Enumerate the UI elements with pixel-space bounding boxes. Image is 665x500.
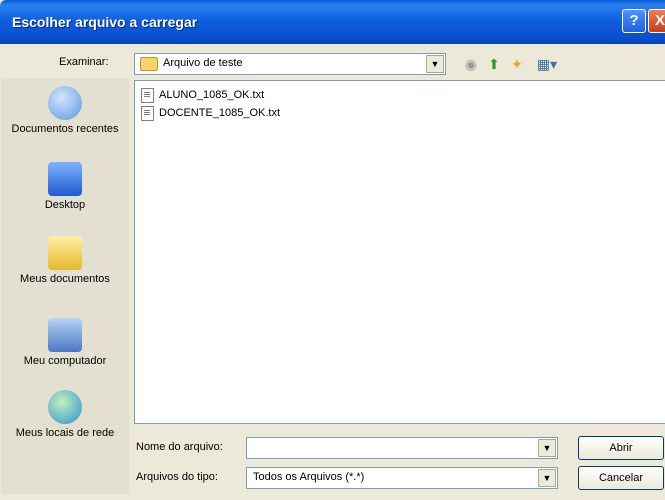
desktop-icon bbox=[48, 162, 82, 196]
recent-documents-icon bbox=[48, 86, 82, 120]
file-open-dialog: Escolher arquivo a carregar ? X Examinar… bbox=[0, 0, 665, 500]
look-in-value: Arquivo de teste bbox=[163, 57, 243, 69]
list-item[interactable]: ALUNO_1085_OK.txt bbox=[141, 87, 264, 103]
chevron-down-icon[interactable]: ▼ bbox=[538, 439, 556, 457]
file-name-input[interactable]: ▼ bbox=[246, 437, 558, 459]
dialog-title: Escolher arquivo a carregar bbox=[12, 14, 198, 30]
file-name: ALUNO_1085_OK.txt bbox=[159, 89, 265, 101]
place-label: Meus documentos bbox=[20, 273, 110, 285]
place-label: Desktop bbox=[44, 199, 86, 211]
file-name-label: Nome do arquivo: bbox=[136, 441, 223, 453]
file-name: DOCENTE_1085_OK.txt bbox=[159, 107, 281, 119]
file-type-select[interactable]: Todos os Arquivos (*.*) ▼ bbox=[246, 467, 558, 489]
up-folder-icon[interactable]: ⬆ bbox=[485, 55, 503, 73]
list-item[interactable]: DOCENTE_1085_OK.txt bbox=[141, 105, 280, 121]
chevron-down-icon[interactable]: ▼ bbox=[538, 469, 556, 487]
text-file-icon bbox=[141, 105, 154, 121]
places-bar: Documentos recentes Desktop Meus documen… bbox=[1, 78, 129, 494]
help-button[interactable]: ? bbox=[622, 9, 646, 33]
place-label: Meu computador bbox=[23, 355, 107, 367]
place-desktop[interactable]: Desktop bbox=[1, 162, 129, 212]
my-documents-icon bbox=[48, 236, 82, 270]
chevron-down-icon[interactable]: ▼ bbox=[426, 55, 444, 73]
file-type-label: Arquivos do tipo: bbox=[136, 471, 218, 483]
folder-icon bbox=[140, 57, 158, 71]
network-places-icon bbox=[48, 390, 82, 424]
place-label: Documentos recentes bbox=[11, 123, 119, 135]
place-network[interactable]: Meus locais de rede bbox=[1, 390, 129, 440]
text-file-icon bbox=[141, 87, 154, 103]
close-button[interactable]: X bbox=[648, 9, 665, 33]
file-list[interactable]: ALUNO_1085_OK.txt DOCENTE_1085_OK.txt bbox=[134, 80, 665, 424]
back-icon[interactable]: ◉ bbox=[462, 55, 480, 73]
look-in-combo[interactable]: Arquivo de teste ▼ bbox=[134, 53, 446, 75]
file-type-value: Todos os Arquivos (*.*) bbox=[253, 471, 365, 483]
place-label: Meus locais de rede bbox=[15, 427, 115, 439]
my-computer-icon bbox=[48, 318, 82, 352]
title-bar: Escolher arquivo a carregar ? X bbox=[0, 0, 665, 44]
place-recent-documents[interactable]: Documentos recentes bbox=[1, 86, 129, 136]
look-in-label: Examinar: bbox=[59, 56, 109, 68]
cancel-button[interactable]: Cancelar bbox=[578, 466, 664, 490]
views-menu-icon[interactable]: ▦▾ bbox=[532, 55, 562, 73]
place-my-computer[interactable]: Meu computador bbox=[1, 318, 129, 368]
open-button[interactable]: Abrir bbox=[578, 436, 664, 460]
place-my-documents[interactable]: Meus documentos bbox=[1, 236, 129, 286]
new-folder-icon[interactable]: ✦ bbox=[508, 55, 526, 73]
